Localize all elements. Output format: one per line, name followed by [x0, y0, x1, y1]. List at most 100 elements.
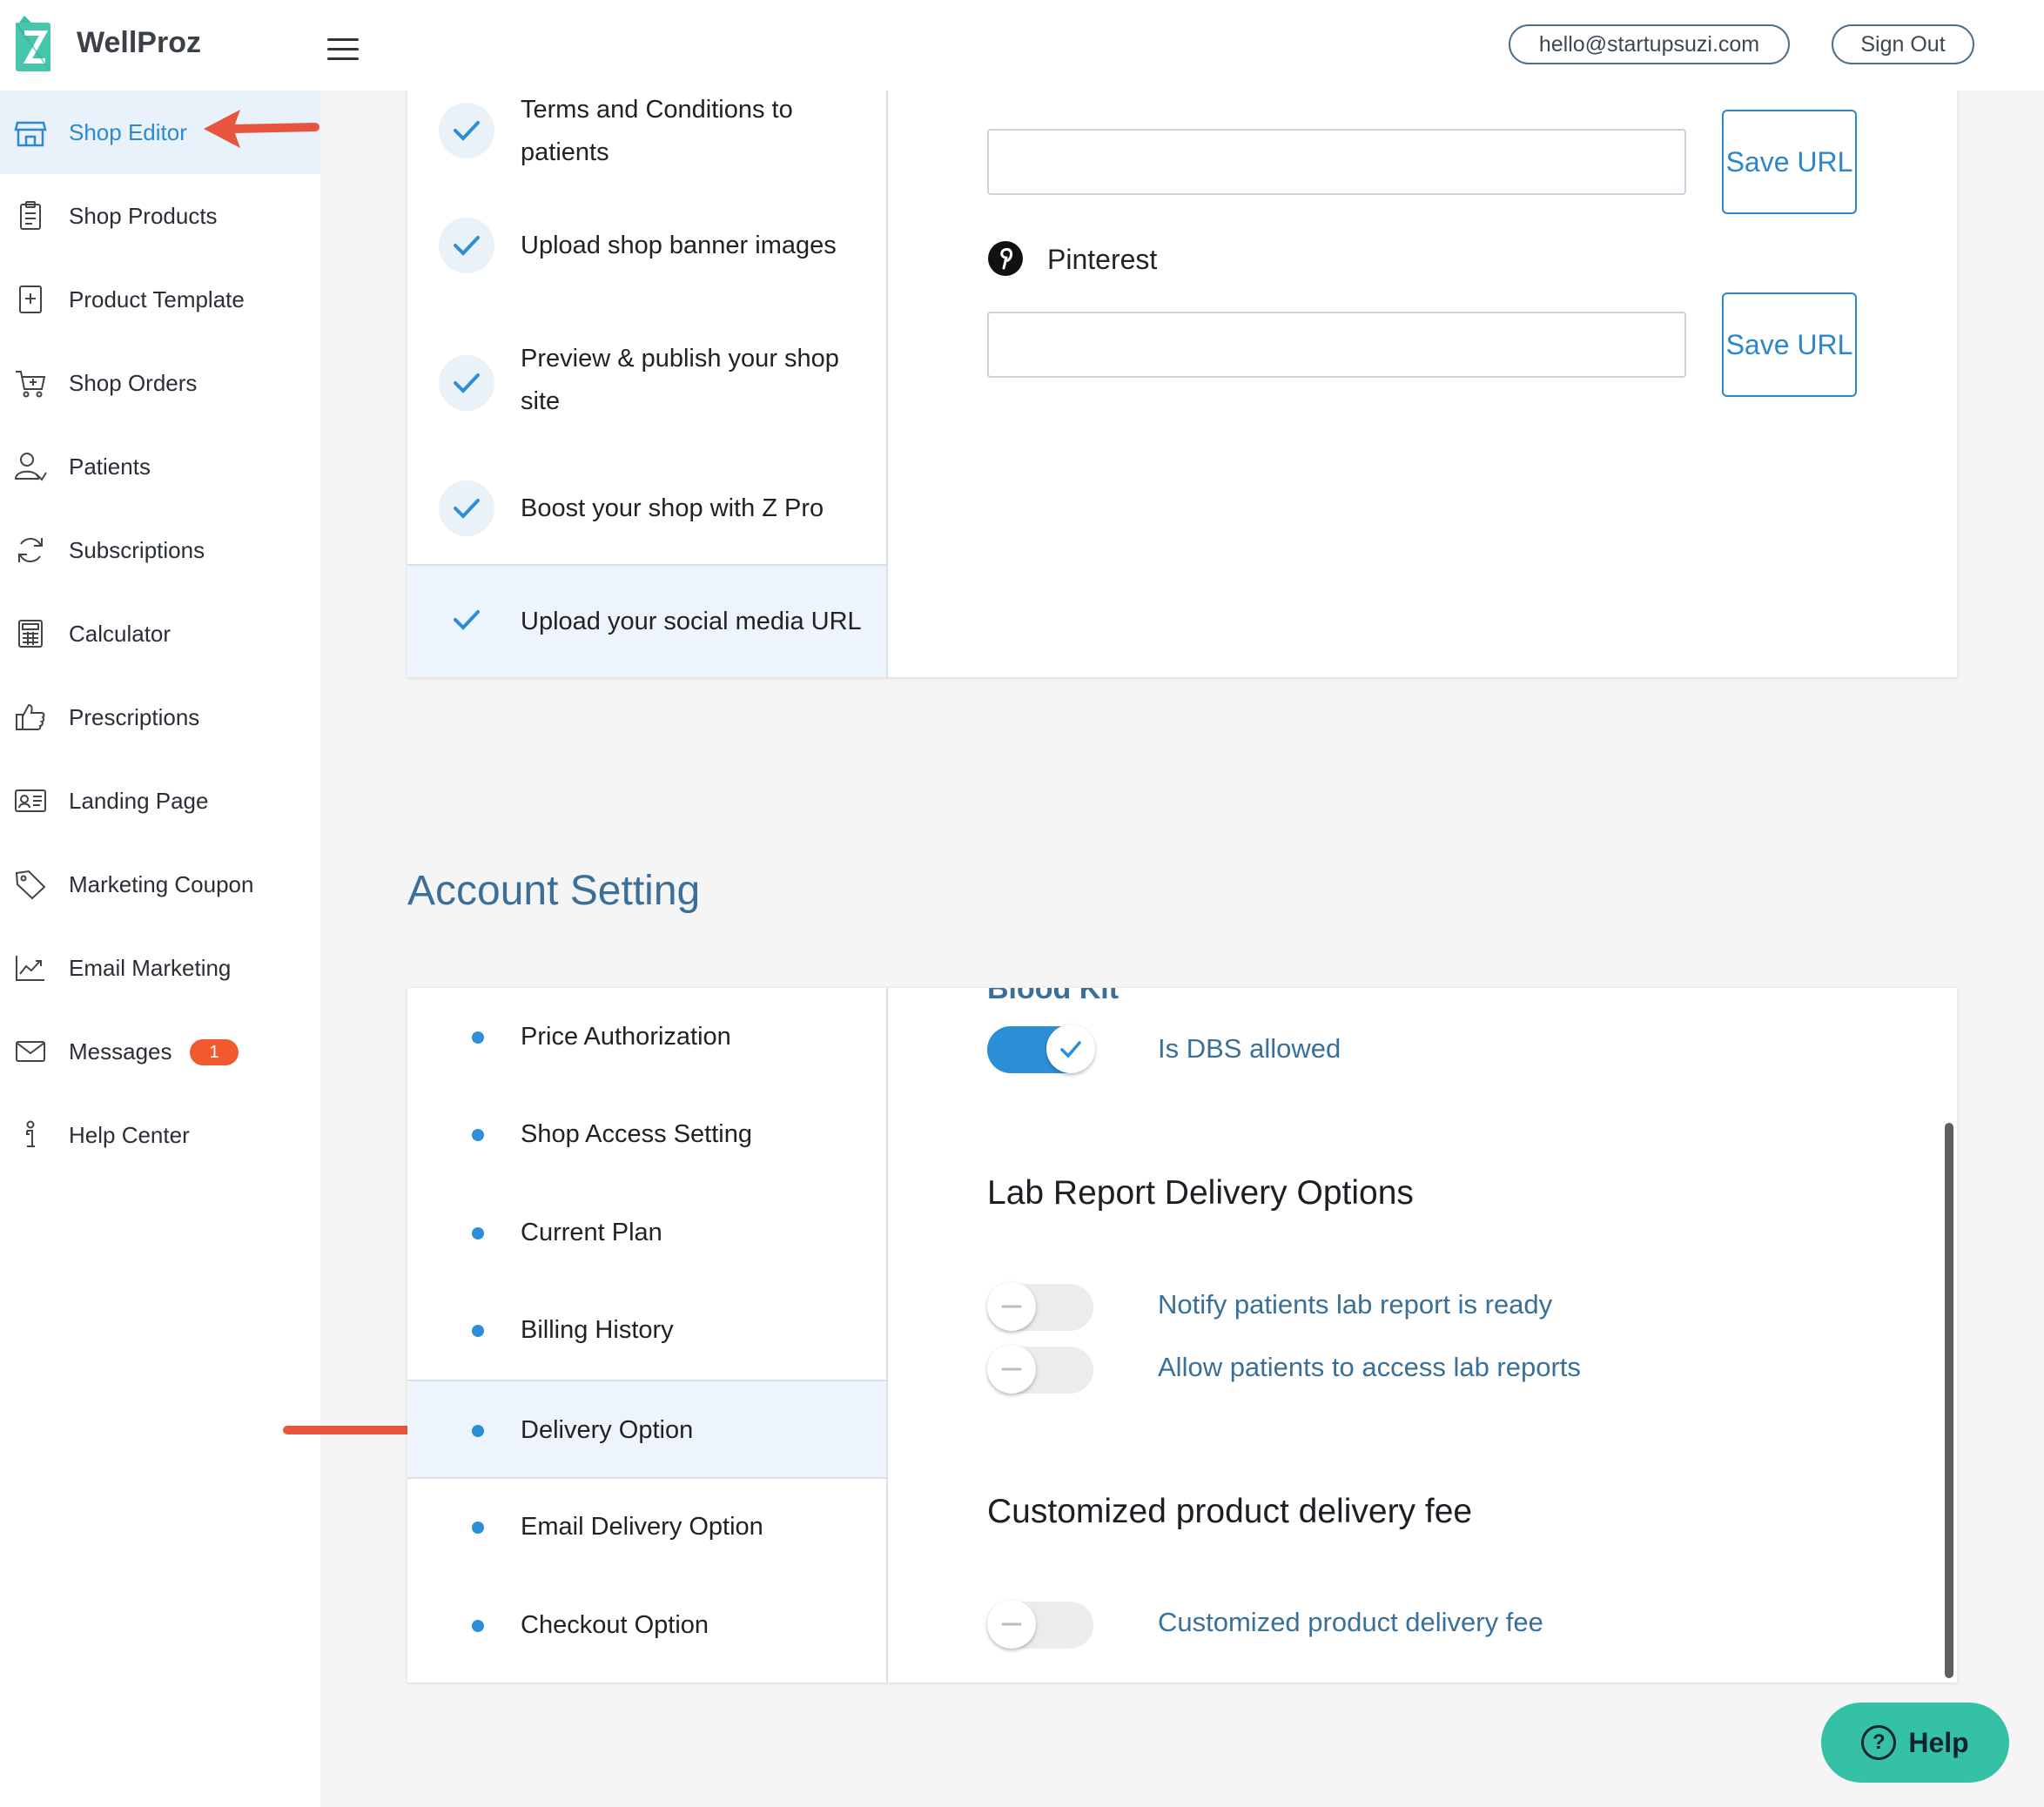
menu-item-shop-access-setting[interactable]: Shop Access Setting: [407, 1085, 886, 1183]
top-header: WellProz hello@startupsuzi.com Sign Out: [0, 0, 2044, 91]
sidebar-item-landing-page[interactable]: Landing Page: [0, 759, 320, 843]
setup-step-social[interactable]: Upload your social media URL: [407, 564, 886, 677]
dbs-allowed-toggle[interactable]: [987, 1024, 1095, 1073]
bullet-dot-icon: [472, 1325, 484, 1337]
toggle-knob: [987, 1345, 1036, 1394]
menu-item-label: Billing History: [521, 1316, 674, 1344]
sidebar-item-label: Product Template: [69, 285, 245, 312]
annotation-arrow-shop-editor: [204, 110, 319, 148]
access-lab-report-toggle[interactable]: [987, 1345, 1093, 1394]
sidebar-item-help-center[interactable]: Help Center: [0, 1093, 320, 1177]
sidebar-item-label: Messages: [69, 1038, 172, 1065]
notify-lab-report-label: Notify patients lab report is ready: [1158, 1289, 1553, 1320]
setup-step-label: Boost your shop with Z Pro: [521, 494, 824, 522]
menu-item-email-delivery-option[interactable]: Email Delivery Option: [407, 1478, 886, 1575]
brand-name: WellProz: [77, 26, 201, 59]
refresh-icon: [18, 538, 43, 562]
help-figure-icon: [26, 1120, 35, 1147]
setup-step-label: Preview & publish your shop site: [521, 345, 839, 415]
clipboard-icon: [20, 201, 41, 230]
sidebar-item-messages[interactable]: Messages 1: [0, 1010, 320, 1093]
notify-lab-report-toggle[interactable]: [987, 1282, 1093, 1331]
menu-item-label: Price Authorization: [521, 1023, 731, 1051]
menu-item-current-plan[interactable]: Current Plan: [407, 1184, 886, 1281]
bullet-dot-icon: [472, 1129, 484, 1141]
sidebar-item-patients[interactable]: Patients: [0, 425, 320, 508]
sidebar-item-label: Patients: [69, 453, 151, 480]
setup-step-zpro[interactable]: Boost your shop with Z Pro: [407, 480, 886, 568]
trend-chart-icon: [16, 956, 44, 981]
custom-delivery-fee-toggle[interactable]: [987, 1600, 1093, 1649]
question-icon: ?: [1861, 1725, 1897, 1760]
sidebar-item-label: Marketing Coupon: [69, 870, 254, 897]
account-setting-title: Account Setting: [407, 868, 701, 914]
scrollbar[interactable]: [1945, 1123, 1953, 1678]
toggle-knob: [987, 1600, 1036, 1649]
sidebar-item-label: Email Marketing: [69, 954, 232, 981]
sidebar-item-shop-products[interactable]: Shop Products: [0, 174, 320, 258]
sidebar-item-label: Help Center: [69, 1121, 190, 1148]
check-icon: [439, 480, 494, 536]
id-card-icon: [15, 789, 46, 812]
menu-item-checkout-option[interactable]: Checkout Option: [407, 1576, 886, 1674]
setup-step-publish[interactable]: Preview & publish your shop site: [407, 339, 886, 435]
sidebar-item-label: Shop Editor: [69, 118, 187, 145]
help-button[interactable]: ? Help: [1821, 1703, 2009, 1783]
bullet-dot-icon: [472, 1031, 484, 1044]
account-email-button[interactable]: hello@startupsuzi.com: [1509, 24, 1790, 64]
sidebar-item-email-marketing[interactable]: Email Marketing: [0, 926, 320, 1010]
setup-step-label: Upload shop banner images: [521, 232, 837, 259]
setup-step-label: Terms and Conditions to patients: [521, 96, 793, 166]
patient-icon: [14, 453, 47, 481]
sidebar-item-product-template[interactable]: Product Template: [0, 258, 320, 341]
save-url-button[interactable]: Save URL: [1722, 110, 1857, 214]
bullet-dot-icon: [472, 1425, 484, 1437]
pinterest-icon: [988, 241, 1023, 276]
setup-step-terms[interactable]: Terms and Conditions to patients: [407, 91, 886, 185]
shop-setup-card: Terms and Conditions to patients Upload …: [407, 91, 1957, 677]
setup-step-label: Upload your social media URL: [521, 608, 862, 635]
sidebar-item-subscriptions[interactable]: Subscriptions: [0, 508, 320, 592]
check-icon: [439, 592, 494, 648]
thumbs-up-icon: [16, 703, 45, 730]
unread-count-badge: 1: [190, 1039, 239, 1065]
sidebar-item-label: Subscriptions: [69, 536, 205, 563]
check-icon: [439, 218, 494, 273]
account-setting-card: Price Authorization Shop Access Setting …: [407, 988, 1957, 1683]
help-button-label: Help: [1908, 1726, 1969, 1758]
menu-item-label: Email Delivery Option: [521, 1513, 763, 1541]
bullet-dot-icon: [472, 1522, 484, 1534]
social-url-input[interactable]: [987, 129, 1686, 195]
sidebar-item-shop-orders[interactable]: Shop Orders: [0, 341, 320, 425]
sidebar-item-label: Landing Page: [69, 787, 209, 814]
toggle-knob: [1046, 1024, 1095, 1073]
tag-icon: [15, 870, 46, 900]
add-document-icon: [19, 285, 42, 313]
card-divider: [886, 988, 888, 1683]
menu-item-label: Checkout Option: [521, 1611, 709, 1639]
mail-icon: [16, 1041, 45, 1062]
sidebar-item-label: Calculator: [69, 620, 171, 647]
pinterest-label: Pinterest: [1047, 244, 1158, 275]
sign-out-button[interactable]: Sign Out: [1832, 24, 1974, 64]
pinterest-url-input[interactable]: [987, 312, 1686, 378]
lab-report-heading: Lab Report Delivery Options: [987, 1174, 1414, 1212]
menu-item-billing-history[interactable]: Billing History: [407, 1281, 886, 1379]
blood-kit-heading: Blood Kit: [987, 988, 1119, 1005]
menu-item-price-authorization[interactable]: Price Authorization: [407, 988, 886, 1085]
sidebar-item-label: Shop Products: [69, 202, 218, 229]
custom-delivery-fee-label: Customized product delivery fee: [1158, 1607, 1543, 1637]
sidebar-item-prescriptions[interactable]: Prescriptions: [0, 675, 320, 759]
toggle-knob: [987, 1282, 1036, 1331]
hamburger-menu-icon[interactable]: [327, 38, 359, 61]
bullet-dot-icon: [472, 1620, 484, 1632]
check-icon: [439, 355, 494, 411]
bullet-dot-icon: [472, 1227, 484, 1239]
save-pinterest-url-button[interactable]: Save URL: [1722, 292, 1857, 397]
dbs-allowed-label: Is DBS allowed: [1158, 1033, 1341, 1064]
sidebar: Shop Editor Shop Products Product Templa…: [0, 91, 320, 1807]
sidebar-item-calculator[interactable]: Calculator: [0, 592, 320, 675]
sidebar-item-marketing-coupon[interactable]: Marketing Coupon: [0, 843, 320, 926]
menu-item-delivery-option[interactable]: Delivery Option: [407, 1380, 886, 1479]
setup-step-banner[interactable]: Upload shop banner images: [407, 218, 886, 305]
